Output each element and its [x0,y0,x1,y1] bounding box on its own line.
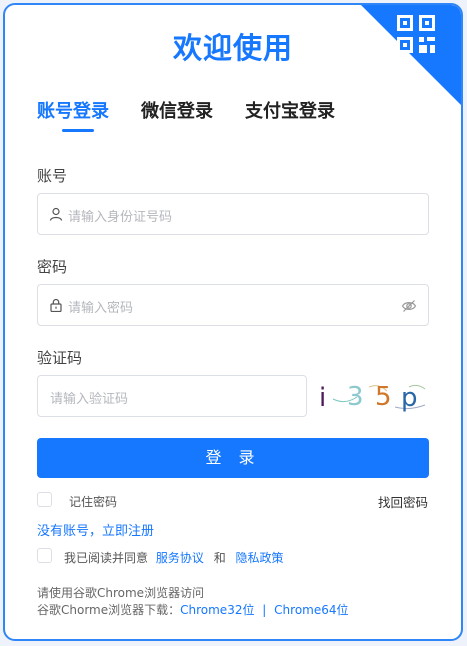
lock-icon [50,298,62,312]
account-input[interactable]: 请输入身份证号码 [37,193,429,235]
login-tabs: 账号登录 微信登录 支付宝登录 [37,97,367,123]
password-label: 密码 [37,258,68,276]
login-button[interactable]: 登 录 [37,438,429,478]
captcha-char: i [319,383,326,413]
tab-account-login[interactable]: 账号登录 [37,97,109,123]
captcha-char: p [401,383,418,413]
tab-wechat-login[interactable]: 微信登录 [141,97,213,123]
user-icon [49,207,63,221]
browser-hint: 请使用谷歌Chrome浏览器访问 [37,586,205,600]
privacy-policy-link[interactable]: 隐私政策 [236,551,284,565]
captcha-char: 5 [375,382,392,412]
agreement-checkbox[interactable] [37,548,52,563]
remember-label: 记住密码 [69,495,118,509]
service-agreement-link[interactable]: 服务协议 [156,551,204,565]
chrome32-link[interactable]: Chrome32位 [180,603,254,617]
download-prefix: 谷歌Chorme浏览器下载： [37,603,181,617]
page-title: 欢迎使用 [172,31,293,65]
link-separator: | [262,603,267,617]
chrome64-link[interactable]: Chrome64位 [274,603,348,617]
password-input[interactable]: 请输入密码 [37,284,429,326]
forgot-password-link[interactable]: 找回密码 [378,492,428,511]
login-card: 欢迎使用 账号登录 微信登录 支付宝登录 账号 请输入身份证号码 密码 请输入密… [3,3,463,641]
agreement-and: 和 [213,551,226,565]
captcha-char: 3 [347,382,364,412]
tab-alipay-login[interactable]: 支付宝登录 [245,97,335,123]
active-tab-indicator [62,129,94,132]
register-link[interactable]: 没有账号，立即注册 [37,520,154,539]
captcha-input[interactable]: 请输入验证码 [37,375,307,417]
captcha-placeholder: 请输入验证码 [50,392,129,407]
eye-off-icon[interactable] [401,298,417,314]
agreement-text: 我已阅读并同意 服务协议 和 隐私政策 [64,549,284,566]
account-placeholder: 请输入身份证号码 [68,210,173,225]
agreement-prefix: 我已阅读并同意 [64,551,149,565]
remember-checkbox[interactable] [37,492,52,507]
browser-download: 谷歌Chorme浏览器下载：Chrome32位 | Chrome64位 [37,601,349,618]
password-placeholder: 请输入密码 [68,301,134,316]
captcha-label: 验证码 [37,349,83,367]
captcha-image[interactable]: i 3 5 p [313,375,429,417]
account-label: 账号 [37,167,68,185]
